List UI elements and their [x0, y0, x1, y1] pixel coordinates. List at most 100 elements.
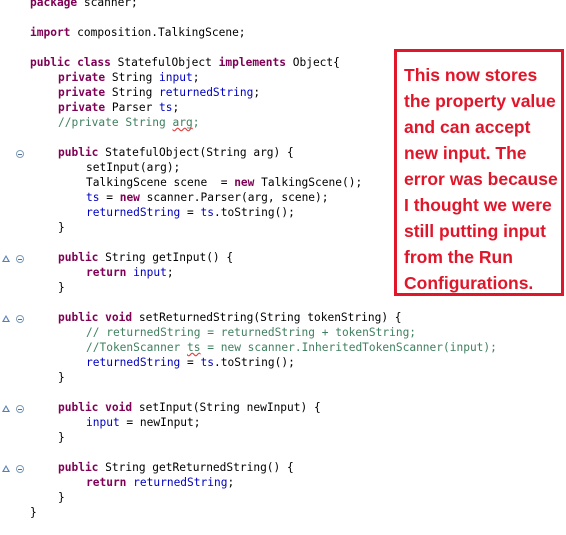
- code-text: .toString();: [214, 356, 295, 369]
- code-text: }: [58, 281, 65, 294]
- code-text: ;: [172, 101, 180, 114]
- collapse-getinput-icon[interactable]: [16, 255, 24, 263]
- class-name: StatefulObject: [110, 56, 219, 69]
- keyword: public: [30, 56, 71, 69]
- field-name: input: [159, 71, 193, 84]
- code-line: returnedString = ts.toString();: [86, 205, 295, 220]
- comment-text: //TokenScanner: [86, 341, 188, 354]
- keyword: package: [30, 0, 78, 9]
- annotation-line: and can accept: [404, 117, 531, 137]
- code-line: }: [58, 490, 65, 505]
- field-name: input: [86, 416, 120, 429]
- field-name: ts: [200, 206, 214, 219]
- code-text: = newInput;: [119, 416, 201, 429]
- keyword: implements: [218, 56, 286, 69]
- annotation-line: I thought we were: [404, 195, 552, 215]
- field-name: ts: [200, 356, 214, 369]
- code-line: input = newInput;: [86, 415, 201, 430]
- comment-text: //private String: [58, 116, 173, 129]
- keyword: public: [58, 146, 99, 159]
- keyword: void: [105, 401, 133, 414]
- comment-line: // returnedString = returnedString + tok…: [86, 325, 416, 340]
- field-name: returnedString: [86, 206, 181, 219]
- code-line: TalkingScene scene = new TalkingScene();: [86, 175, 362, 190]
- comment-line: //TokenScanner ts = new scanner.Inherite…: [86, 340, 497, 355]
- code-text: ;: [192, 71, 200, 84]
- annotation-line: error was because: [404, 169, 558, 189]
- comment-text: // returnedString = returnedString + tok…: [86, 326, 417, 339]
- keyword: public: [58, 461, 99, 474]
- code-text: composition.TalkingScene;: [70, 26, 246, 39]
- field-name: ts: [86, 191, 100, 204]
- code-text: }: [58, 491, 65, 504]
- comment-line: //private String arg;: [58, 115, 199, 130]
- annotation-line: still putting input: [404, 221, 546, 241]
- code-text: }: [58, 221, 65, 234]
- code-text: String getReturnedString() {: [98, 461, 294, 474]
- code-text: ;: [166, 266, 174, 279]
- code-line: }: [58, 430, 65, 445]
- comment-text: = new scanner.InheritedTokenScanner(inpu…: [200, 341, 497, 354]
- code-text: =: [99, 191, 120, 204]
- code-line: }: [58, 280, 65, 295]
- code-line: }: [30, 505, 37, 520]
- code-text: StatefulObject(String arg) {: [98, 146, 294, 159]
- annotation-line: new input. The: [404, 143, 527, 163]
- code-text: String getInput() {: [98, 251, 234, 264]
- implements-getinput-icon: [2, 255, 10, 262]
- code-line: }: [58, 370, 65, 385]
- annotation-line: Configurations.: [404, 273, 534, 293]
- code-line: returnedString = ts.toString();: [86, 355, 295, 370]
- code-line: private String input;: [58, 70, 199, 85]
- code-text: setInput(String newInput) {: [132, 401, 321, 414]
- code-text: setInput(arg);: [86, 161, 181, 174]
- code-line: private String returnedString;: [58, 85, 260, 100]
- code-text: scanner;: [77, 0, 138, 9]
- keyword: new: [234, 176, 255, 189]
- code-line: import composition.TalkingScene;: [30, 25, 246, 40]
- code-text: Parser: [105, 101, 160, 114]
- code-line: public String getReturnedString() {: [58, 460, 294, 475]
- keyword: return: [86, 266, 127, 279]
- code-line: public void setInput(String newInput) {: [58, 400, 321, 415]
- annotation-line: the property value: [404, 91, 556, 111]
- annotation-line: from the Run: [404, 247, 513, 267]
- code-text: scanner.Parser(arg, scene);: [139, 191, 329, 204]
- annotation-box: This now stores the property value and c…: [394, 49, 564, 296]
- collapse-constructor-icon[interactable]: [16, 150, 24, 158]
- code-text: ;: [227, 476, 235, 489]
- keyword: private: [58, 71, 106, 84]
- keyword: public: [58, 251, 99, 264]
- code-line: }: [58, 220, 65, 235]
- code-line: public class StatefulObject implements O…: [30, 55, 340, 70]
- code-text: .toString();: [214, 206, 295, 219]
- code-text: setReturnedString(String tokenString) {: [132, 311, 402, 324]
- code-text: =: [180, 206, 201, 219]
- code-text: }: [30, 506, 37, 519]
- field-name: ts: [159, 101, 173, 114]
- keyword: public: [58, 401, 99, 414]
- keyword: private: [58, 101, 106, 114]
- collapse-setreturnedstring-icon[interactable]: [16, 315, 24, 323]
- code-line: return input;: [86, 265, 174, 280]
- implements-setreturnedstring-icon: [2, 315, 10, 322]
- keyword: public: [58, 311, 99, 324]
- code-line: package scanner;: [30, 0, 138, 10]
- code-text: String: [105, 86, 160, 99]
- collapse-setinput-icon[interactable]: [16, 405, 24, 413]
- code-text: }: [58, 431, 65, 444]
- keyword: import: [30, 26, 71, 39]
- code-text: ;: [253, 86, 261, 99]
- field-name: returnedString: [159, 86, 254, 99]
- code-text: Object{: [286, 56, 340, 69]
- code-line: public String getInput() {: [58, 250, 233, 265]
- annotation-line: This now stores: [404, 65, 538, 85]
- keyword: new: [119, 191, 140, 204]
- code-line: setInput(arg);: [86, 160, 180, 175]
- keyword: class: [77, 56, 111, 69]
- keyword: private: [58, 86, 106, 99]
- collapse-getreturnedstring-icon[interactable]: [16, 465, 24, 473]
- field-name: returnedString: [126, 476, 228, 489]
- code-line: private Parser ts;: [58, 100, 179, 115]
- code-text: }: [58, 371, 65, 384]
